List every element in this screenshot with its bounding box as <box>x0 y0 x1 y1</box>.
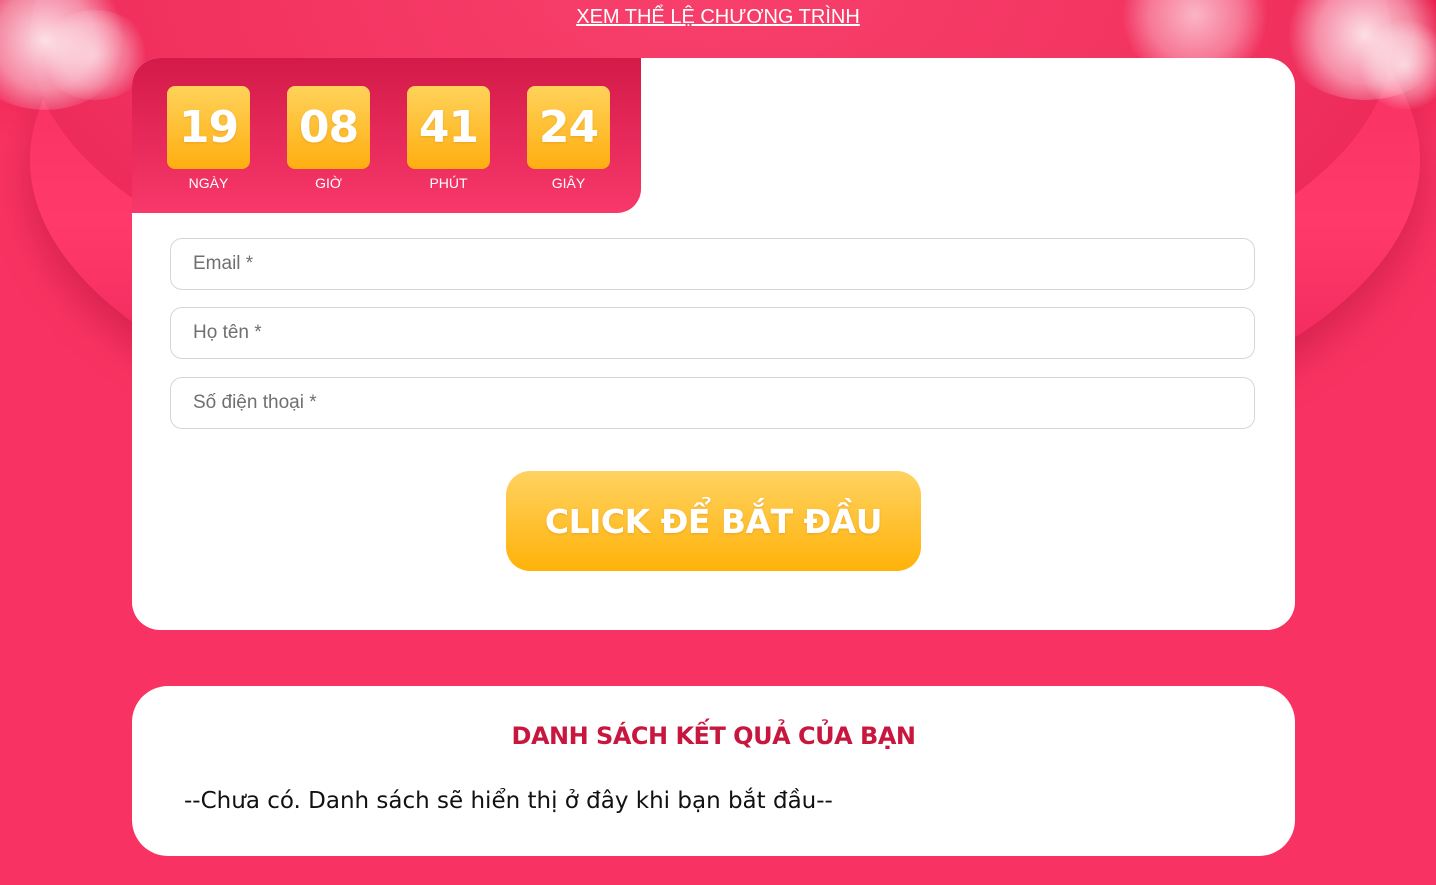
countdown-minutes: 41 PHÚT <box>407 86 490 191</box>
phone-field[interactable] <box>170 377 1255 429</box>
countdown-seconds-value: 24 <box>527 86 610 169</box>
countdown-timer: 19 NGÀY 08 GIỜ 41 PHÚT 24 GIÂY <box>132 58 641 213</box>
countdown-minutes-value: 41 <box>407 86 490 169</box>
countdown-seconds-label: GIÂY <box>551 175 586 191</box>
countdown-seconds: 24 GIÂY <box>527 86 610 191</box>
countdown-hours-value: 08 <box>287 86 370 169</box>
countdown-hours-label: GIỜ <box>315 175 342 191</box>
countdown-days: 19 NGÀY <box>167 86 250 191</box>
results-empty-message: --Chưa có. Danh sách sẽ hiển thị ở đây k… <box>184 788 833 814</box>
countdown-days-value: 19 <box>167 86 250 169</box>
name-field[interactable] <box>170 307 1255 359</box>
countdown-minutes-label: PHÚT <box>429 175 468 191</box>
email-field[interactable] <box>170 238 1255 290</box>
countdown-hours: 08 GIỜ <box>287 86 370 191</box>
start-button[interactable]: CLICK ĐỂ BẮT ĐẦU <box>506 471 921 571</box>
countdown-days-label: NGÀY <box>188 175 229 191</box>
results-card: DANH SÁCH KẾT QUẢ CỦA BẠN --Chưa có. Dan… <box>132 686 1295 856</box>
rules-link[interactable]: XEM THỂ LỆ CHƯƠNG TRÌNH <box>0 6 1436 29</box>
form-card: 19 NGÀY 08 GIỜ 41 PHÚT 24 GIÂY CLICK ĐỂ … <box>132 58 1295 630</box>
results-title: DANH SÁCH KẾT QUẢ CỦA BẠN <box>511 722 916 750</box>
